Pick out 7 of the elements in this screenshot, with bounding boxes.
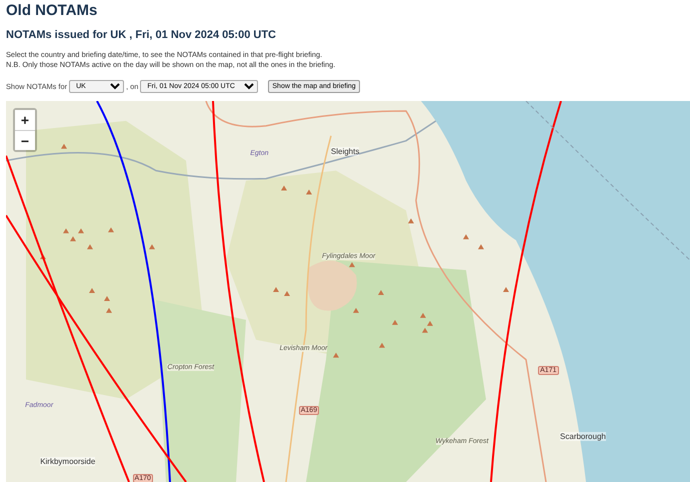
map-label: Sleights (330, 146, 360, 156)
map-label: Scarborough (560, 432, 606, 442)
zoom-out-button[interactable]: − (15, 130, 35, 150)
zoom-in-button[interactable]: + (15, 110, 35, 130)
page-title: Old NOTAMs (6, 2, 98, 19)
page-subtitle: NOTAMs issued for UK , Fri, 01 Nov 2024 05:00 UTC (6, 29, 277, 41)
map-label: Kirkbymoorside (40, 457, 96, 466)
